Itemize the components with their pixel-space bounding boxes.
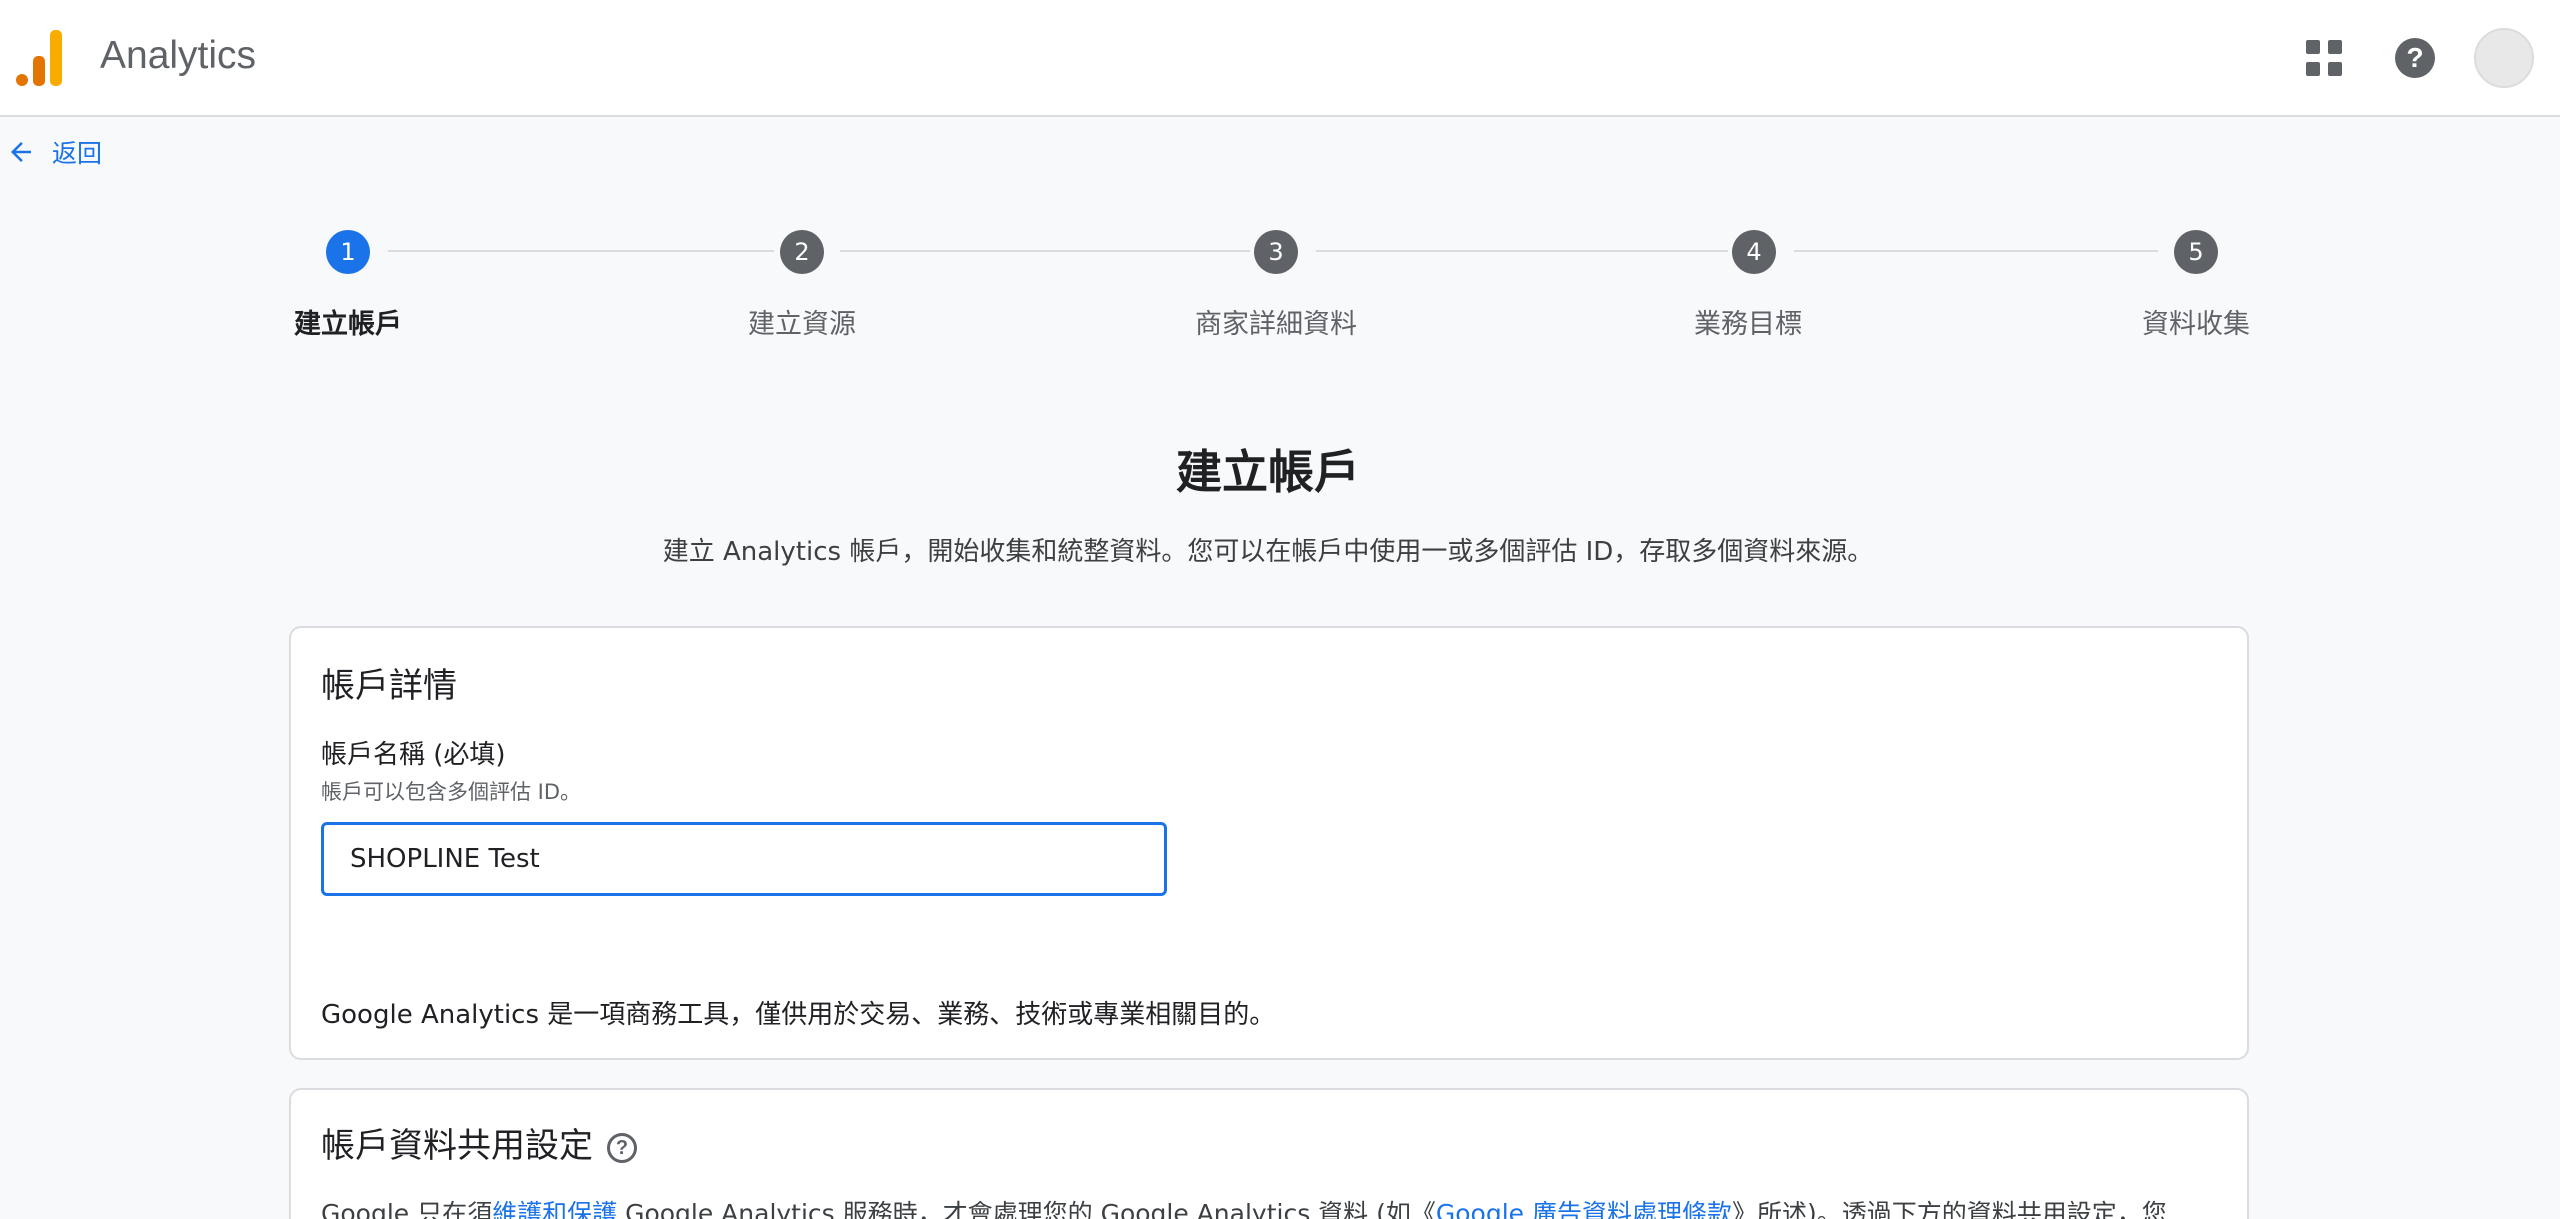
page-subtitle: 建立 Analytics 帳戶，開始收集和統整資料。您可以在帳戶中使用一或多個評… xyxy=(662,537,1874,567)
data-sharing-card: 帳戶資料共用設定? Google 只在須維護和保護 Google Analyti… xyxy=(289,1088,2249,1219)
step-1-label: 建立帳戶 xyxy=(294,309,402,340)
business-use-disclaimer: Google Analytics 是一項商務工具，僅供用於交易、業務、技術或專業… xyxy=(321,1000,1276,1030)
step-4-label: 業務目標 xyxy=(1694,309,1802,340)
setup-stepper: 1 2 3 4 5 建立帳戶 建立資源 商家詳細資料 業務目標 資料收集 xyxy=(0,0,2560,360)
step-1-number: 1 xyxy=(326,230,370,274)
help-outline-icon[interactable]: ? xyxy=(607,1132,637,1163)
account-details-card: 帳戶詳情 帳戶名稱 (必填) 帳戶可以包含多個評估 ID。 Google Ana… xyxy=(289,626,2249,1060)
maintain-protect-link[interactable]: 維護和保護 xyxy=(492,1199,617,1219)
step-5-number: 5 xyxy=(2174,230,2218,274)
step-connector xyxy=(840,250,1250,252)
step-4-number: 4 xyxy=(1732,230,1776,274)
step-connector xyxy=(1794,250,2158,252)
account-name-input[interactable] xyxy=(321,822,1167,896)
step-3-label: 商家詳細資料 xyxy=(1195,309,1357,340)
step-3-number: 3 xyxy=(1254,230,1298,274)
step-5-label: 資料收集 xyxy=(2142,309,2250,340)
ads-data-processing-terms-link[interactable]: Google 廣告資料處理條款 xyxy=(1436,1199,1732,1219)
data-sharing-heading: 帳戶資料共用設定? xyxy=(321,1118,637,1167)
step-2-number: 2 xyxy=(780,230,824,274)
step-connector xyxy=(1316,250,1728,252)
description-text: Google 只在須 xyxy=(321,1199,493,1219)
data-sharing-title: 帳戶資料共用設定 xyxy=(321,1126,593,1166)
page-title: 建立帳戶 xyxy=(1176,445,1360,499)
description-text: 》所述)。透過下方的資料共用設定，您 xyxy=(1732,1199,2167,1219)
description-text: Google Analytics 服務時，才會處理您的 Google Analy… xyxy=(617,1199,1436,1219)
step-2-label: 建立資源 xyxy=(748,309,856,340)
account-name-label: 帳戶名稱 (必填) xyxy=(321,740,506,770)
step-connector xyxy=(388,250,774,252)
data-sharing-description: Google 只在須維護和保護 Google Analytics 服務時，才會處… xyxy=(321,1194,2167,1219)
account-name-hint: 帳戶可以包含多個評估 ID。 xyxy=(321,780,582,804)
account-details-title: 帳戶詳情 xyxy=(321,666,457,706)
